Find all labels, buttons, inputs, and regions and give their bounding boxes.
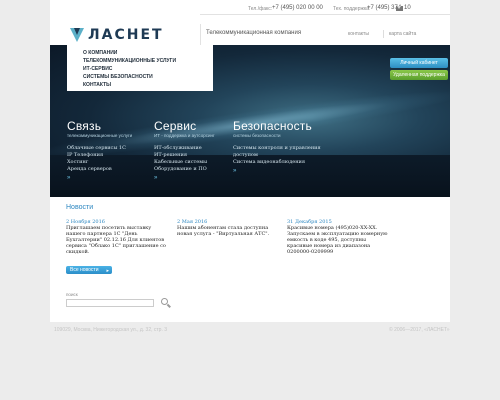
menu-item-security[interactable]: СИСТЕМЫ БЕЗОПАСНОСТИ [83,73,213,81]
main-menu: О КОМПАНИИ ТЕЛЕКОММУНИКАЦИОННЫЕ УСЛУГИ И… [67,45,213,91]
remote-support-button[interactable]: Удаленная поддержка [390,70,448,80]
phone-label: Тел./факс: [248,6,273,12]
footer-address: 109029, Москва, Нижегородская ул., д. 32… [54,327,168,333]
news-text: Красивые номера (495)020-XX-XX. Запускае… [287,225,388,255]
news-item: 31 Декабря 2015 Красивые номера (495)020… [287,219,392,255]
divider [200,24,201,46]
logo-text: ЛАСНЕТ [88,27,164,43]
column-link[interactable]: Аренда серверов [67,166,147,173]
column-link[interactable]: Система видеонаблюдения [233,159,333,166]
menu-item-about[interactable]: О КОМПАНИИ [83,49,213,57]
column-more-link[interactable]: » [67,175,147,181]
all-news-button[interactable]: Все новости ▸ [66,266,112,274]
column-service: Сервис ИТ - поддержка и аутсорсинг ИТ-об… [154,119,234,181]
news-item: 2 Ноября 2016 Приглашаем посетить выстав… [66,219,171,255]
column-link[interactable]: Оборудование и ПО [154,166,234,173]
logo-inner-triangle-icon [74,28,80,35]
menu-item-it-service[interactable]: ИТ-СЕРВИС [83,65,213,73]
search-input[interactable] [66,299,154,307]
news-item: 2 Мая 2016 Нашим абонентам стала доступн… [177,219,282,237]
contacts-link[interactable]: контакты [348,31,369,37]
column-link[interactable]: Системы контроля и управления [233,145,333,152]
column-more-link[interactable]: » [154,175,234,181]
column-title[interactable]: Сервис [154,119,234,133]
column-link[interactable]: Хостинг [67,159,147,166]
news-text: Нашим абонентам стала доступна новая усл… [177,225,270,237]
arrow-right-icon: ▸ [106,268,109,274]
search-button[interactable] [160,297,172,309]
news-text: Приглашаем посетить выставку нашего парт… [66,225,166,255]
logo[interactable]: ЛАСНЕТ [70,27,190,47]
mail-count: 10 [404,5,411,11]
column-subtitle: системы безопасности [233,133,281,138]
slogan: Телекоммуникационная компания [206,30,302,36]
search-label: поиск [66,292,78,297]
column-telecom: Связь телекоммуникационные услуги Облачн… [67,119,147,181]
sitemap-link[interactable]: карта сайта [389,31,416,37]
column-link[interactable]: IP Телефония [67,152,147,159]
menu-item-contacts[interactable]: КОНТАКТЫ [83,81,213,89]
page-container: Тел./факс: +7 (495) 020 00 00 Тех. подде… [50,0,450,322]
column-subtitle: телекоммуникационные услуги [67,133,133,138]
top-contact-bar: Тел./факс: +7 (495) 020 00 00 Тех. подде… [50,4,450,14]
column-link[interactable]: доступом [233,152,333,159]
search-icon-handle [167,303,171,308]
footer-copyright: © 2006—2017, «ЛАСНЕТ» [389,327,450,333]
divider [200,14,450,15]
mail-icon[interactable] [396,6,403,11]
column-subtitle: ИТ - поддержка и аутсорсинг [154,133,215,138]
column-title[interactable]: Безопасность [233,119,333,133]
column-link[interactable]: ИТ-решения [154,152,234,159]
personal-cabinet-button[interactable]: Личный кабинет [390,58,448,68]
all-news-label: Все новости [70,267,99,273]
column-link[interactable]: Облачные сервисы 1С [67,145,147,152]
column-link[interactable]: Кабельные системы [154,159,234,166]
divider [383,30,384,38]
column-link[interactable]: ИТ-обслуживание [154,145,234,152]
column-title[interactable]: Связь [67,119,147,133]
phone-number[interactable]: +7 (495) 020 00 00 [272,5,323,11]
hero-banner: О КОМПАНИИ ТЕЛЕКОММУНИКАЦИОННЫЕ УСЛУГИ И… [50,45,450,197]
news-section-title[interactable]: Новости [66,204,93,211]
menu-item-telecom[interactable]: ТЕЛЕКОММУНИКАЦИОННЫЕ УСЛУГИ [83,57,213,65]
support-phone-label: Тех. поддержка: [333,6,371,12]
column-security: Безопасность системы безопасности Систем… [233,119,333,174]
column-more-link[interactable]: » [233,168,333,174]
